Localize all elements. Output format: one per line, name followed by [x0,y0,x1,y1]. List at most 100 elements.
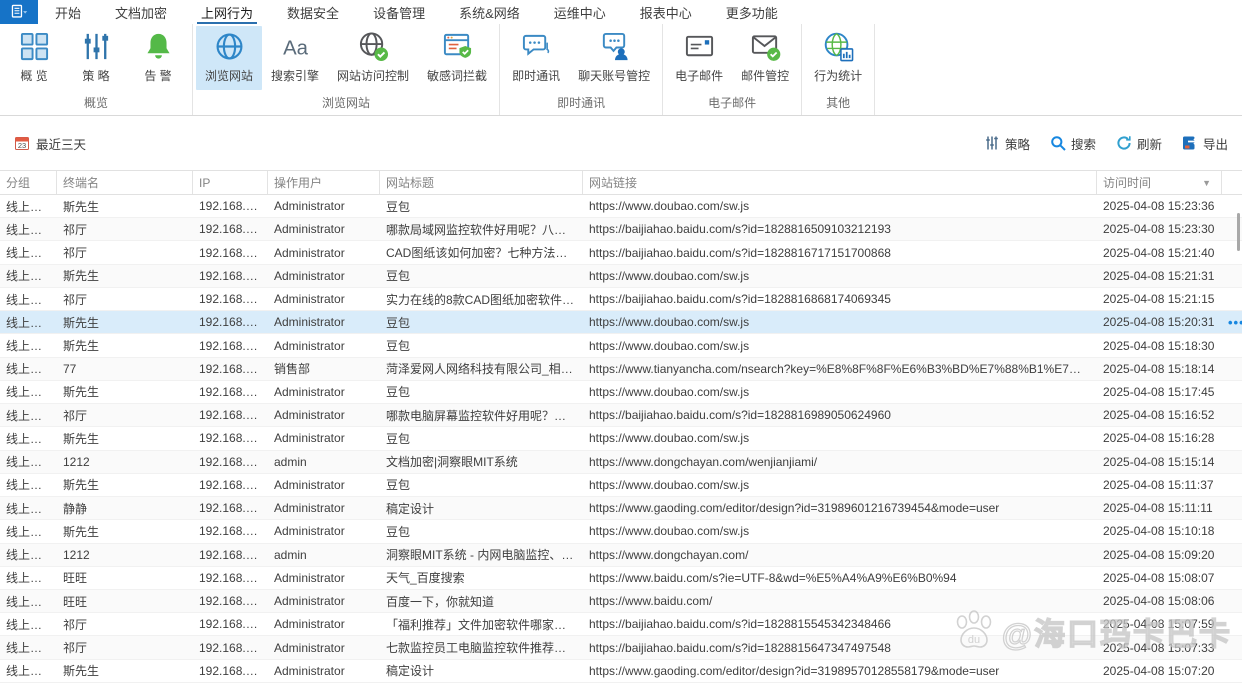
cell-site-url: https://www.doubao.com/sw.js [583,199,1097,213]
table-row[interactable]: 线上演示祁厅192.168.2.11AdministratorCAD图纸该如何加… [0,241,1242,264]
tab-4[interactable]: 数据安全 [270,0,356,24]
vertical-scrollbar-thumb[interactable] [1237,213,1240,251]
table-row[interactable]: 线上演示斯先生192.168.2.19Administrator稿定设计http… [0,660,1242,683]
ribbon-item[interactable]: 网站访问控制 [328,26,418,90]
cell-visit-time: 2025-04-08 15:17:45 [1097,385,1222,399]
column-header-label: 网站标题 [386,174,434,191]
cell-terminal-name: 斯先生 [57,383,193,400]
cell-site-title: 豆包 [380,314,583,331]
ribbon-item[interactable]: 电子邮件 [666,26,732,90]
tab-5[interactable]: 设备管理 [356,0,442,24]
column-header[interactable]: 访问时间▼ [1097,171,1222,194]
column-header[interactable]: 终端名 [57,171,193,194]
table-row[interactable]: 线上演示斯先生192.168.2.19Administrator豆包https:… [0,334,1242,357]
table-row[interactable]: 线上演示祁厅192.168.2.11Administrator哪款局域网监控软件… [0,218,1242,241]
tab-1[interactable]: 开始 [38,0,98,24]
refresh-button[interactable]: 刷新 [1116,134,1162,153]
ribbon-item[interactable]: 聊天账号管控 [569,26,659,90]
cell-ip: 192.168.2.19 [193,269,268,283]
cell-terminal-name: 斯先生 [57,337,193,354]
cell-group: 线上演示 [0,500,57,517]
column-header[interactable]: 网站标题 [380,171,583,194]
ribbon-item[interactable]: 浏览网站 [196,26,262,90]
search-button-label: 搜索 [1071,134,1096,153]
table-row[interactable]: 线上演示静静192.168.2.15Administrator稿定设计https… [0,497,1242,520]
date-filter-button[interactable]: 23 最近三天 [14,134,86,153]
table-row[interactable]: 线上演示祁厅192.168.2.11Administrator实力在线的8款CA… [0,288,1242,311]
cell-site-title: 豆包 [380,383,583,400]
cell-terminal-name: 祁厅 [57,616,193,633]
cell-site-title: 洞察眼MIT系统 - 内网电脑监控、上网... [380,546,583,563]
table-row[interactable]: 线上演示1212192.168.2.26admin文档加密|洞察眼MIT系统ht… [0,451,1242,474]
table-row[interactable]: 线上演示祁厅192.168.2.11Administrator「福利推荐」文件加… [0,613,1242,636]
table-row[interactable]: 线上演示斯先生192.168.2.19Administrator豆包https:… [0,520,1242,543]
table-row[interactable]: 线上演示旺旺192.168.2.18Administrator天气_百度搜索ht… [0,567,1242,590]
column-header[interactable]: 网站链接 [583,171,1097,194]
ribbon-item[interactable]: 敏感词拦截 [418,26,496,90]
cell-user: Administrator [268,315,380,329]
cell-user: Administrator [268,269,380,283]
ribbon-item[interactable]: 概 览 [3,26,65,90]
cell-visit-time: 2025-04-08 15:08:06 [1097,594,1222,608]
cell-site-url: https://www.doubao.com/sw.js [583,431,1097,445]
column-header-label: 网站链接 [589,174,637,191]
bell-icon [143,31,174,62]
toolbar-actions: 策略 搜索 刷新 导出 [984,134,1228,153]
tab-3[interactable]: 上网行为 [184,0,270,24]
cell-site-url: https://www.baidu.com/s?ie=UTF-8&wd=%E5%… [583,571,1097,585]
cell-group: 线上演示 [0,523,57,540]
cell-user: Administrator [268,292,380,306]
tab-7[interactable]: 运维中心 [537,0,623,24]
search-button[interactable]: 搜索 [1050,134,1096,153]
cell-site-url: https://www.doubao.com/sw.js [583,385,1097,399]
cell-group: 线上演示 [0,593,57,610]
cell-site-url: https://baijiahao.baidu.com/s?id=1828816… [583,408,1097,422]
export-button[interactable]: 导出 [1182,134,1228,153]
cell-group: 线上演示 [0,407,57,424]
table-row[interactable]: 线上演示斯先生192.168.2.19Administrator豆包https:… [0,195,1242,218]
tab-6[interactable]: 系统&网络 [442,0,537,24]
cell-ip: 192.168.2.11 [193,617,268,631]
table-row[interactable]: 线上演示斯先生192.168.2.19Administrator豆包https:… [0,381,1242,404]
table-row[interactable]: 线上演示1212192.168.2.26admin洞察眼MIT系统 - 内网电脑… [0,544,1242,567]
grid-icon [19,31,50,62]
tab-8[interactable]: 报表中心 [623,0,709,24]
ribbon-item[interactable]: Aa搜索引擎 [262,26,328,90]
app-menu-button[interactable] [0,0,38,24]
ribbon-item[interactable]: 即时通讯 [503,26,569,90]
policy-button[interactable]: 策略 [984,134,1030,153]
cell-ip: 192.168.2.19 [193,339,268,353]
cell-visit-time: 2025-04-08 15:11:11 [1097,501,1222,515]
ribbon-item[interactable]: 策 略 [65,26,127,90]
cell-site-title: 哪款电脑屏幕监控软件好用呢？九款高质... [380,407,583,424]
toolbar: 23 最近三天 策略 搜索 刷新 导出 [0,116,1242,170]
ribbon-group-items: 行为统计 [805,24,871,90]
column-header-label: 分组 [6,174,30,191]
cell-site-title: 豆包 [380,430,583,447]
cell-site-title: 稿定设计 [380,500,583,517]
cell-visit-time: 2025-04-08 15:07:33 [1097,641,1222,655]
column-header[interactable]: 分组 [0,171,57,194]
table-row[interactable]: 线上演示斯先生192.168.2.19Administrator豆包https:… [0,427,1242,450]
table-row[interactable]: 线上演示祁厅192.168.2.11Administrator七款监控员工电脑监… [0,636,1242,659]
table-row[interactable]: 线上演示祁厅192.168.2.11Administrator哪款电脑屏幕监控软… [0,404,1242,427]
tab-2[interactable]: 文档加密 [98,0,184,24]
table-row[interactable]: 线上演示斯先生192.168.2.19Administrator豆包https:… [0,265,1242,288]
table-row[interactable]: 线上演示旺旺192.168.2.18Administrator百度一下，你就知道… [0,590,1242,613]
column-header[interactable]: IP [193,171,268,194]
row-more-actions-button[interactable]: ••• [1228,316,1242,329]
cell-visit-time: 2025-04-08 15:07:59 [1097,617,1222,631]
ribbon-item[interactable]: 告 警 [127,26,189,90]
cell-site-title: 七款监控员工电脑监控软件推荐（如何监... [380,639,583,656]
table-row[interactable]: 线上演示斯先生192.168.2.19Administrator豆包https:… [0,311,1242,334]
tab-9[interactable]: 更多功能 [709,0,795,24]
table-row[interactable]: 线上演示斯先生192.168.2.19Administrator豆包https:… [0,474,1242,497]
cell-site-url: https://www.dongchayan.com/ [583,548,1097,562]
cell-site-title: 稿定设计 [380,662,583,679]
ribbon-item[interactable]: 邮件管控 [732,26,798,90]
cell-site-url: https://baijiahao.baidu.com/s?id=1828816… [583,222,1097,236]
column-header[interactable]: 操作用户 [268,171,380,194]
table-row[interactable]: 线上演示77192.168.2.35销售部菏泽爱网人网络科技有限公司_相关搜索结… [0,358,1242,381]
cell-group: 线上演示 [0,244,57,261]
ribbon-item[interactable]: 行为统计 [805,26,871,90]
